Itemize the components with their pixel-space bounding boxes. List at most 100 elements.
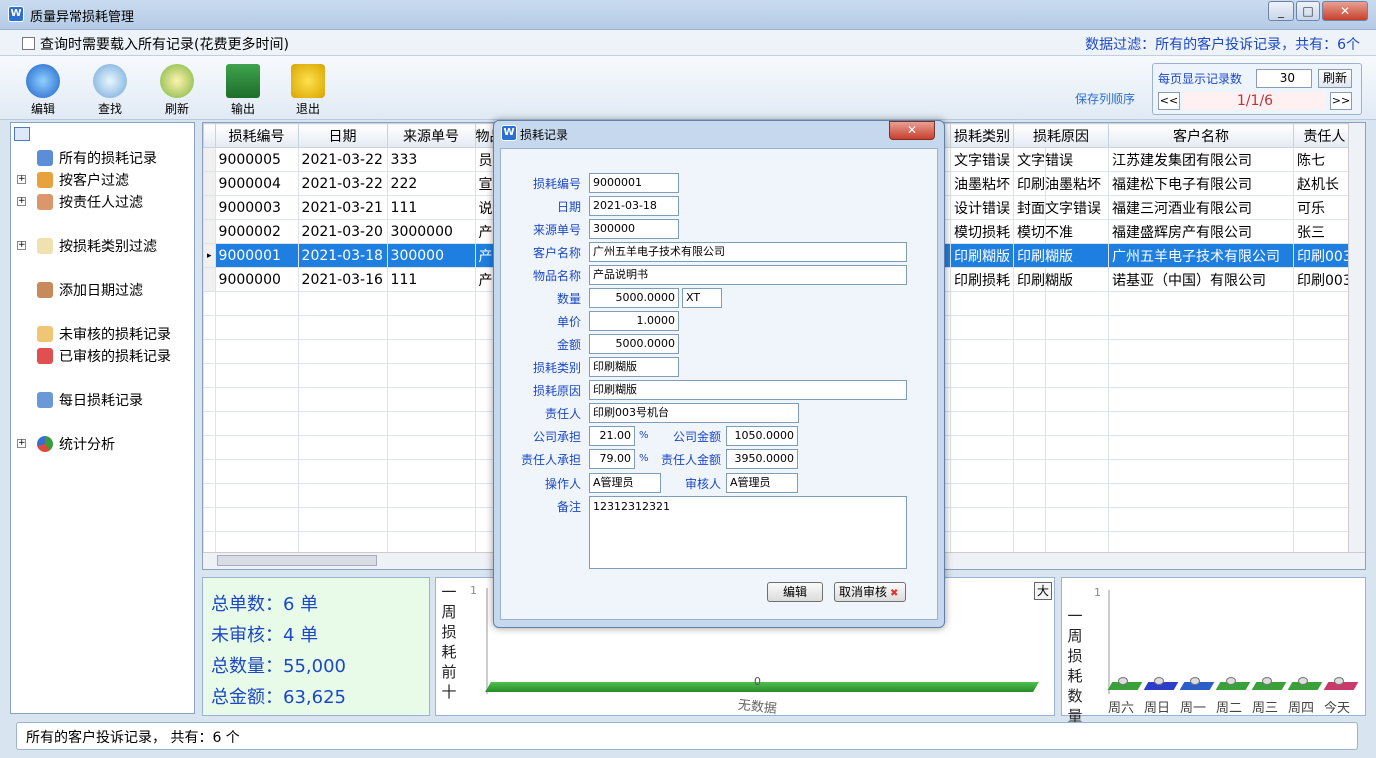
table-cell[interactable]: 封面文字错误 <box>1013 195 1109 220</box>
table-cell[interactable]: 300000 <box>386 243 476 268</box>
tree-item-by-date[interactable]: 添加日期过滤 <box>37 280 143 300</box>
field-id[interactable]: 9000001 <box>589 173 679 193</box>
table-cell[interactable]: 文字错误 <box>950 147 1014 172</box>
table-cell[interactable]: 印刷糊版 <box>950 243 1014 268</box>
table-row[interactable]: 文字错误 文字错误 江苏建发集团有限公司 陈七 <box>950 147 1356 172</box>
table-cell[interactable]: 2021-03-16 <box>297 267 388 292</box>
tree-item-daily[interactable]: 每日损耗记录 <box>37 390 143 410</box>
table-cell[interactable]: 诺基亚（中国）有限公司 <box>1108 267 1294 292</box>
exit-tool-button[interactable]: 退出 <box>280 60 336 118</box>
field-company-amount[interactable]: 1050.0000 <box>726 426 798 446</box>
table-cell[interactable]: 福建松下电子有限公司 <box>1108 171 1294 196</box>
field-remark[interactable]: 12312312321 <box>589 496 907 569</box>
enlarge-button[interactable]: 大 <box>1034 582 1052 600</box>
col-header-owner[interactable]: 责任人 <box>1293 123 1356 148</box>
table-cell[interactable]: 印刷油墨粘坏 <box>1013 171 1109 196</box>
table-cell[interactable]: 印刷损耗 <box>950 267 1014 292</box>
field-company-share[interactable]: 21.00 <box>589 426 635 446</box>
table-cell[interactable]: 福建三河酒业有限公司 <box>1108 195 1294 220</box>
field-auditor[interactable]: A管理员 <box>726 473 798 493</box>
cancel-audit-button[interactable]: 取消审核 ✖ <box>834 582 906 602</box>
expand-icon[interactable]: + <box>17 439 26 448</box>
prev-page-button[interactable]: << <box>1158 92 1180 110</box>
tree-item-by-owner[interactable]: 按责任人过滤 <box>37 192 143 212</box>
table-cell[interactable]: 文字错误 <box>1013 147 1109 172</box>
table-cell[interactable]: 2021-03-22 <box>297 147 388 172</box>
col-header-date[interactable]: 日期 <box>297 123 388 148</box>
tree-item-by-customer[interactable]: 按客户过滤 <box>37 170 129 190</box>
minimize-button[interactable]: _ <box>1268 1 1294 21</box>
table-cell[interactable]: 2021-03-18 <box>297 243 388 268</box>
export-tool-button[interactable]: 输出 <box>215 60 271 118</box>
tree-item-all[interactable]: 所有的损耗记录 <box>37 148 157 168</box>
per-page-input[interactable]: 30 <box>1256 69 1312 88</box>
table-cell[interactable]: 333 <box>386 147 476 172</box>
next-page-button[interactable]: >> <box>1330 92 1352 110</box>
field-item[interactable]: 产品说明书 <box>589 265 907 285</box>
table-cell[interactable]: 9000005 <box>214 147 299 172</box>
table-cell[interactable]: 陈七 <box>1293 147 1356 172</box>
table-cell[interactable]: 模切损耗 <box>950 219 1014 244</box>
table-cell[interactable]: 9000003 <box>214 195 299 220</box>
table-cell[interactable]: 江苏建发集团有限公司 <box>1108 147 1294 172</box>
table-cell[interactable]: 9000001 <box>214 243 299 268</box>
dialog-close-button[interactable]: ✕ <box>889 121 935 140</box>
field-amount[interactable]: 5000.0000 <box>589 334 679 354</box>
pager-refresh-button[interactable]: 刷新 <box>1318 69 1352 88</box>
table-cell[interactable]: 2021-03-21 <box>297 195 388 220</box>
table-cell[interactable]: 222 <box>386 171 476 196</box>
table-row[interactable]: 模切损耗 模切不准 福建盛辉房产有限公司 张三 <box>950 219 1356 244</box>
table-row[interactable]: 印刷损耗 印刷糊版 诺基亚（中国）有限公司 印刷003 <box>950 267 1356 292</box>
table-cell[interactable]: 可乐 <box>1293 195 1356 220</box>
field-date[interactable]: 2021-03-18 <box>589 196 679 216</box>
table-cell[interactable]: 设计错误 <box>950 195 1014 220</box>
table-row[interactable]: 油墨粘坏 印刷油墨粘坏 福建松下电子有限公司 赵机长 <box>950 171 1356 196</box>
field-price[interactable]: 1.0000 <box>589 311 679 331</box>
table-cell[interactable]: 9000004 <box>214 171 299 196</box>
tree-item-stats[interactable]: 统计分析 <box>37 434 115 454</box>
tree-item-audited[interactable]: 已审核的损耗记录 <box>37 346 171 366</box>
col-header-customer[interactable]: 客户名称 <box>1108 123 1294 148</box>
table-cell[interactable]: 福建盛辉房产有限公司 <box>1108 219 1294 244</box>
table-row[interactable]: 印刷糊版 印刷糊版 广州五羊电子技术有限公司 印刷003 <box>950 243 1356 268</box>
table-cell[interactable]: 赵机长 <box>1293 171 1356 196</box>
expand-icon[interactable]: + <box>17 197 26 206</box>
table-cell[interactable]: 广州五羊电子技术有限公司 <box>1108 243 1294 268</box>
field-owner-amount[interactable]: 3950.0000 <box>726 449 798 469</box>
col-header-reason[interactable]: 损耗原因 <box>1013 123 1109 148</box>
field-source[interactable]: 300000 <box>589 219 679 239</box>
table-cell[interactable]: 111 <box>386 195 476 220</box>
scroll-thumb[interactable] <box>217 555 377 566</box>
field-qty[interactable]: 5000.0000 <box>589 288 679 308</box>
table-cell[interactable]: 3000000 <box>386 219 476 244</box>
col-header-category[interactable]: 损耗类别 <box>950 123 1014 148</box>
table-row[interactable]: 设计错误 封面文字错误 福建三河酒业有限公司 可乐 <box>950 195 1356 220</box>
col-header-id[interactable]: 损耗编号 <box>214 123 299 148</box>
table-cell[interactable]: 印刷糊版 <box>1013 243 1109 268</box>
table-cell[interactable]: 印刷003 <box>1293 267 1356 292</box>
field-customer[interactable]: 广州五羊电子技术有限公司 <box>589 242 907 262</box>
refresh-tool-button[interactable]: 刷新 <box>149 60 205 118</box>
edit-tool-button[interactable]: 编辑 <box>15 60 71 118</box>
table-cell[interactable]: 2021-03-22 <box>297 171 388 196</box>
expand-icon[interactable]: + <box>17 175 26 184</box>
table-cell[interactable]: 111 <box>386 267 476 292</box>
expand-icon[interactable]: + <box>17 241 26 250</box>
table-cell[interactable]: 张三 <box>1293 219 1356 244</box>
table-cell[interactable]: 模切不准 <box>1013 219 1109 244</box>
tree-item-by-category[interactable]: 按损耗类别过滤 <box>37 236 157 256</box>
table-cell[interactable]: 油墨粘坏 <box>950 171 1014 196</box>
field-unit[interactable]: XT <box>682 288 722 308</box>
table-cell[interactable]: 2021-03-20 <box>297 219 388 244</box>
dialog-edit-button[interactable]: 编辑 <box>767 582 823 602</box>
load-all-checkbox[interactable] <box>22 37 35 50</box>
table-cell[interactable]: 9000000 <box>214 267 299 292</box>
maximize-button[interactable]: □ <box>1296 1 1320 21</box>
close-button[interactable]: ✕ <box>1322 1 1368 21</box>
grid-vertical-scrollbar[interactable] <box>1348 123 1365 553</box>
field-reason[interactable]: 印刷糊版 <box>589 380 907 400</box>
table-cell[interactable]: 9000002 <box>214 219 299 244</box>
col-header-source[interactable]: 来源单号 <box>386 123 476 148</box>
field-owner-share[interactable]: 79.00 <box>589 449 635 469</box>
save-column-order-link[interactable]: 保存列顺序 <box>1075 90 1135 107</box>
